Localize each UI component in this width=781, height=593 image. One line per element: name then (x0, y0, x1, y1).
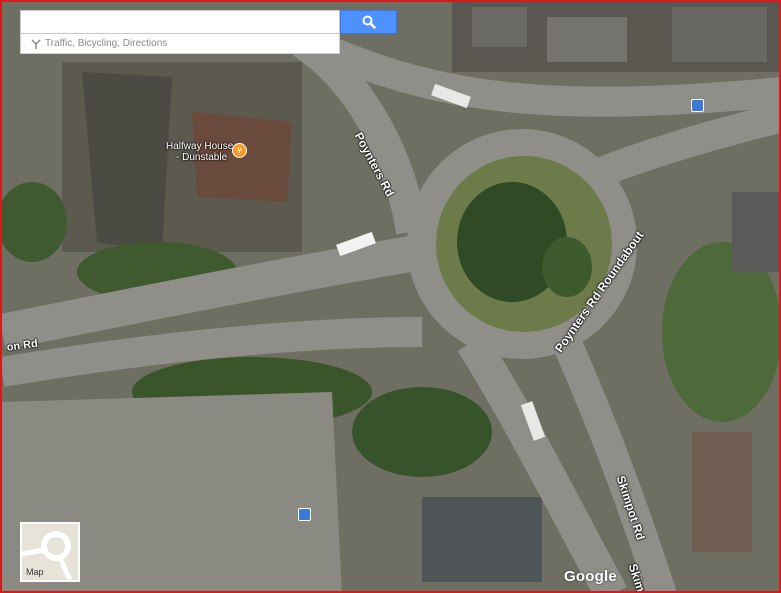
directions-icon (31, 38, 41, 49)
search-options-bar[interactable]: Traffic, Bicycling, Directions (20, 34, 340, 54)
search-hint-text: Traffic, Bicycling, Directions (45, 38, 168, 49)
search-input[interactable] (20, 10, 340, 34)
search-icon (362, 15, 376, 29)
building-roof (82, 72, 172, 252)
bus-stop-icon[interactable] (691, 99, 704, 112)
poi-name: Halfway House (166, 141, 234, 152)
satellite-imagery[interactable] (2, 2, 781, 593)
map-type-toggle[interactable]: Map (20, 522, 80, 582)
poi-label[interactable]: Halfway House - Dunstable (166, 141, 233, 163)
bus-stop-icon[interactable] (298, 508, 311, 521)
map-viewport[interactable]: Traffic, Bicycling, Directions Poynters … (0, 0, 781, 593)
google-logo: Google (564, 568, 617, 585)
poi-name-line2: - Dunstable (176, 152, 228, 163)
restaurant-icon[interactable]: ⑂ (232, 143, 247, 158)
search-button[interactable] (340, 10, 397, 34)
minimap-label: Map (26, 567, 44, 577)
